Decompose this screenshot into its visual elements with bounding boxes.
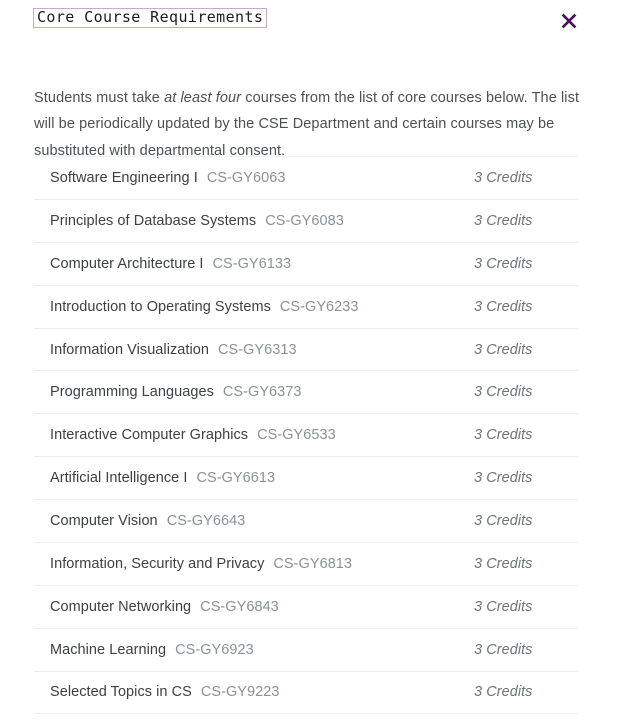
course-code: CS-GY6843 [200,598,279,615]
course-code: CS-GY6373 [222,384,302,401]
course-main: Software Engineering I CS-GY6063 [34,170,474,186]
course-main: Interactive Computer Graphics CS-GY6533 [34,427,474,443]
course-main: Information Visualization CS-GY6313 [34,342,474,358]
course-row[interactable]: Artificial Intelligence I CS-GY6613 3 Cred… [34,456,578,499]
core-course-requirements-panel: Core Course Requirements Students must t… [0,0,620,724]
course-name: Introduction to Operating Systems [50,298,271,315]
page-title-text: Core Course Requirements [37,8,264,26]
course-row[interactable]: Programming Languages CS-GY6373 3 Credits [34,370,578,413]
course-main: Information, Security and Privacy CS-GY68… [34,556,474,572]
course-main: Computer Architecture I CS-GY6133 [34,256,474,272]
course-code: CS-GY6813 [273,555,353,572]
course-code: CS-GY6533 [257,427,336,444]
course-name: Machine Learning [50,641,167,658]
course-credits: 3 Credits [474,641,533,658]
panel-header: Core Course Requirements [0,0,620,48]
close-button[interactable] [556,8,582,34]
course-row[interactable]: Introduction to Operating Systems CS-GY62… [34,284,578,328]
course-main: Computer Networking CS-GY6843 [34,599,474,615]
course-code: CS-GY6083 [265,212,344,229]
course-name: Programming Languages [50,384,214,401]
intro-emphasis: at least four [164,89,242,106]
course-row[interactable]: Software Engineering I CS-GY6063 3 Credits [34,156,578,199]
course-row[interactable]: Computer Networking CS-GY6843 3 Credits [34,584,578,628]
course-code: CS-GY6923 [175,641,254,658]
course-credits: 3 Credits [474,684,533,701]
course-main: Computer Vision CS-GY6643 [34,513,474,529]
course-row[interactable]: Principles of Database Systems CS-GY6083 3… [34,198,578,242]
course-credits: 3 Credits [474,427,533,444]
course-row[interactable]: Machine Learning CS-GY6923 3 Credits [34,627,578,671]
course-code: CS-GY6063 [206,169,286,186]
course-row[interactable]: Computer Vision CS-GY6643 3 Credits [34,499,578,542]
course-main: Introduction to Operating Systems CS-GY62… [34,299,474,315]
course-name: Information, Security and Privacy [50,555,265,572]
course-name: Information Visualization [50,341,209,358]
course-name: Software Engineering I [50,169,198,186]
course-code: CS-GY6133 [212,255,292,272]
course-row[interactable]: Selected Topics in CS CS-GY9223 3 Credits [34,670,578,714]
course-main: Machine Learning CS-GY6923 [34,642,474,658]
course-list: Software Engineering I CS-GY6063 3 Credits… [34,156,578,714]
course-name: Selected Topics in CS [50,684,192,701]
course-code: CS-GY6643 [166,513,246,530]
course-row[interactable]: Computer Architecture I CS-GY6133 3 Credit… [34,241,578,285]
course-credits: 3 Credits [474,555,533,572]
course-main: Programming Languages CS-GY6373 [34,384,474,400]
course-credits: 3 Credits [474,513,533,530]
course-credits: 3 Credits [474,598,533,615]
course-code: CS-GY6233 [279,298,359,315]
course-main: Artificial Intelligence I CS-GY6613 [34,470,474,486]
course-row[interactable]: Information Visualization CS-GY6313 3 Cred… [34,327,578,371]
course-main: Principles of Database Systems CS-GY6083 [34,213,474,229]
course-credits: 3 Credits [474,212,533,229]
course-name: Computer Architecture I [50,255,204,272]
course-name: Computer Vision [50,513,158,530]
course-credits: 3 Credits [474,470,533,487]
course-name: Principles of Database Systems [50,212,257,229]
course-code: CS-GY6613 [196,470,276,487]
course-code: CS-GY9223 [200,684,280,701]
intro-paragraph: Students must take at least four courses… [34,85,582,165]
course-main: Selected Topics in CS CS-GY9223 [34,684,474,700]
course-credits: 3 Credits [474,298,533,315]
course-name: Artificial Intelligence I [50,470,188,487]
page-title: Core Course Requirements [33,8,268,28]
course-row[interactable]: Information, Security and Privacy CS-GY68… [34,542,578,585]
intro-part1: Students must take [34,89,165,106]
course-name: Interactive Computer Graphics [50,427,249,444]
course-name: Computer Networking [50,598,192,615]
course-code: CS-GY6313 [217,341,297,358]
course-credits: 3 Credits [474,255,533,272]
course-credits: 3 Credits [474,384,533,401]
course-credits: 3 Credits [474,169,533,186]
course-row[interactable]: Interactive Computer Graphics CS-GY6533 3 … [34,413,578,456]
close-icon [560,12,578,30]
course-credits: 3 Credits [474,341,533,358]
